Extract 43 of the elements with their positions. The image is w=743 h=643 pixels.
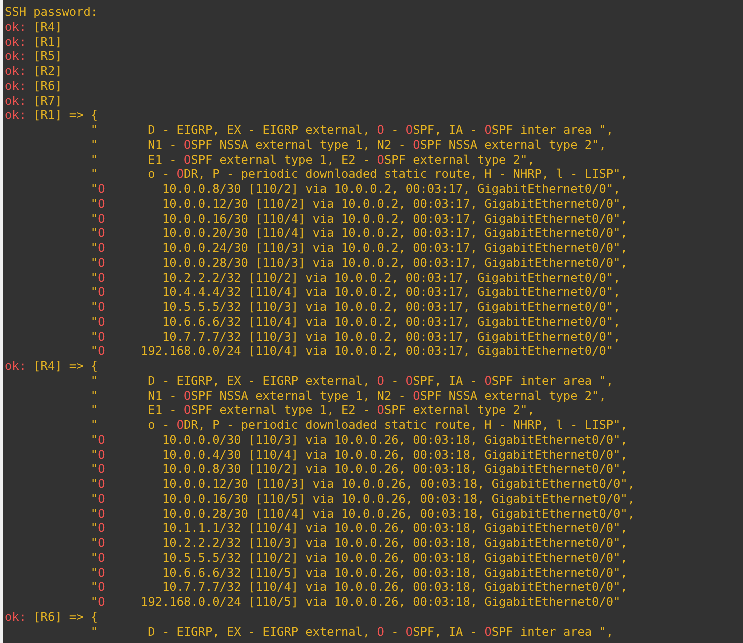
terminal-line: ok: [R6] => { bbox=[5, 610, 98, 624]
terminal-line: "O 192.168.0.0/24 [110/4] via 10.0.0.2, 00:03:17, GigabitEthernet0/0" bbox=[90, 344, 614, 359]
terminal-line: ok: [R1] bbox=[5, 34, 62, 50]
terminal-line: "O 10.7.7.7/32 [110/4] via 10.0.0.26, 00:03:18, GigabitEthernet0/0", bbox=[90, 580, 628, 595]
terminal-line: "O 10.5.5.5/32 [110/2] via 10.0.0.26, 00:03:18, GigabitEthernet0/0", bbox=[90, 550, 628, 566]
terminal-line: ok: [R4] bbox=[5, 20, 62, 34]
terminal-line: "O 10.7.7.7/32 [110/3] via 10.0.0.2, 00:03:17, GigabitEthernet0/0", bbox=[90, 330, 621, 344]
terminal-line: "O 192.168.0.0/24 [110/5] via 10.0.0.26, 00:03:18, GigabitEthernet0/0" bbox=[90, 595, 621, 610]
terminal-line: "O 10.0.0.28/30 [110/4] via 10.0.0.26, 00:03:18, GigabitEthernet0/0", bbox=[90, 506, 635, 522]
terminal-line: ok: [R6] bbox=[5, 78, 62, 94]
terminal-line: "O 10.4.4.4/32 [110/4] via 10.0.0.2, 00:03:17, GigabitEthernet0/0", bbox=[90, 285, 621, 300]
terminal-line: ok: [R1] => { bbox=[5, 108, 98, 123]
terminal-line: "O 10.0.0.16/30 [110/5] via 10.0.0.26, 00:03:18, GigabitEthernet0/0", bbox=[90, 492, 635, 506]
terminal-line: " o - ODR, P - periodic downloaded static route, H - NHRP, l - LISP", bbox=[90, 418, 628, 433]
terminal-line: "O 10.0.0.8/30 [110/2] via 10.0.0.2, 00:03:17, GigabitEthernet0/0", bbox=[90, 182, 621, 197]
terminal-line: "O 10.0.0.16/30 [110/4] via 10.0.0.2, 00:03:17, GigabitEthernet0/0", bbox=[90, 212, 628, 226]
terminal-line: "O 10.0.0.28/30 [110/3] via 10.0.0.2, 00:03:17, GigabitEthernet0/0", bbox=[90, 256, 628, 270]
terminal-line: " o - ODR, P - periodic downloaded static route, H - NHRP, l - LISP", bbox=[90, 167, 628, 182]
terminal-line: " D - EIGRP, EX - EIGRP external, O - OSPF, IA - OSPF inter area ", bbox=[90, 123, 614, 138]
terminal-line: "O 10.0.0.12/30 [110/3] via 10.0.0.26, 00:03:18, GigabitEthernet0/0", bbox=[90, 477, 635, 492]
terminal-line: "O 10.2.2.2/32 [110/3] via 10.0.0.26, 00:03:18, GigabitEthernet0/0", bbox=[90, 536, 628, 551]
terminal-line: ok: [R5] bbox=[5, 49, 62, 64]
terminal-line: "O 10.0.0.4/30 [110/4] via 10.0.0.26, 00:03:18, GigabitEthernet0/0", bbox=[90, 448, 628, 462]
terminal-line: "O 10.2.2.2/32 [110/2] via 10.0.0.2, 00:03:17, GigabitEthernet0/0", bbox=[90, 270, 621, 286]
terminal-line: "O 10.0.0.8/30 [110/2] via 10.0.0.26, 00:03:18, GigabitEthernet0/0", bbox=[90, 462, 628, 477]
terminal-line: "O 10.1.1.1/32 [110/4] via 10.0.0.26, 00:03:18, GigabitEthernet0/0", bbox=[90, 521, 628, 536]
terminal-line: " D - EIGRP, EX - EIGRP external, O - OSPF, IA - OSPF inter area ", bbox=[90, 624, 614, 640]
terminal-line: " E1 - OSPF external type 1, E2 - OSPF external type 2", bbox=[90, 403, 535, 418]
terminal-line: ok: [R4] => { bbox=[5, 359, 98, 374]
terminal-line: "O 10.0.0.0/30 [110/3] via 10.0.0.26, 00:03:18, GigabitEthernet0/0", bbox=[90, 432, 628, 448]
terminal-line: " E1 - OSPF external type 1, E2 - OSPF external type 2", bbox=[90, 152, 535, 168]
terminal-line: "O 10.6.6.6/32 [110/5] via 10.0.0.26, 00:03:18, GigabitEthernet0/0", bbox=[90, 566, 628, 580]
terminal-line: ok: [R7] bbox=[5, 94, 62, 108]
terminal-line: "O 10.0.0.12/30 [110/2] via 10.0.0.2, 00:03:17, GigabitEthernet0/0", bbox=[90, 196, 628, 212]
terminal-line: "O 10.0.0.24/30 [110/3] via 10.0.0.2, 00:03:17, GigabitEthernet0/0", bbox=[90, 241, 628, 256]
terminal-line: " N1 - OSPF NSSA external type 1, N2 - OSPF NSSA external type 2", bbox=[90, 388, 606, 404]
terminal-line: SSH password: bbox=[5, 5, 98, 20]
terminal-line: "O 10.5.5.5/32 [110/3] via 10.0.0.2, 00:03:17, GigabitEthernet0/0", bbox=[90, 300, 621, 315]
terminal-line: " N1 - OSPF NSSA external type 1, N2 - OSPF NSSA external type 2", bbox=[90, 138, 606, 152]
terminal-line: "O 10.0.0.20/30 [110/4] via 10.0.0.2, 00:03:17, GigabitEthernet0/0", bbox=[90, 226, 628, 241]
terminal-line: ok: [R2] bbox=[5, 64, 62, 79]
terminal-line: " D - EIGRP, EX - EIGRP external, O - OSPF, IA - OSPF inter area ", bbox=[90, 374, 614, 388]
terminal-line: "O 10.6.6.6/32 [110/4] via 10.0.0.2, 00:03:17, GigabitEthernet0/0", bbox=[90, 314, 621, 330]
